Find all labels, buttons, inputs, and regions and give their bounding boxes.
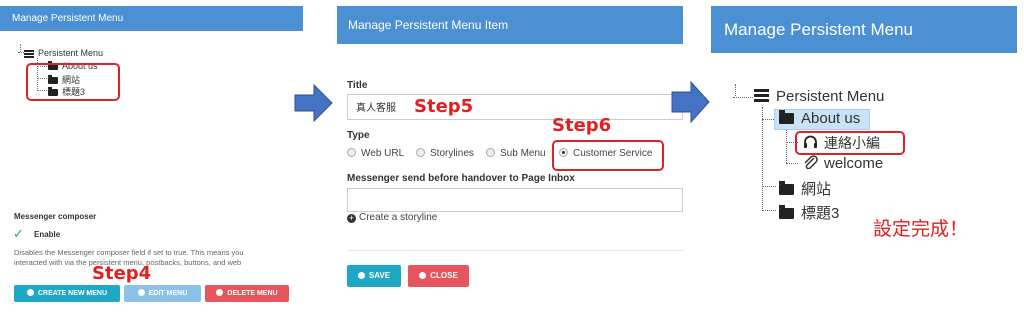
radio-storylines[interactable]: Storylines (416, 148, 474, 159)
composer-label: Messenger composer (14, 212, 97, 221)
tree-item-title3[interactable]: 標題3 (779, 202, 839, 223)
close-icon (419, 272, 427, 279)
radio-icon (486, 148, 495, 157)
tree-item-about-us[interactable]: About us (779, 110, 860, 127)
step4-annotation: Step4 (92, 263, 152, 284)
tree-line (762, 186, 776, 187)
delete-menu-button[interactable]: DELETE MENU (205, 285, 289, 302)
folder-icon (779, 205, 794, 219)
radio-web-url[interactable]: Web URL (347, 148, 404, 159)
radio-icon (347, 148, 356, 157)
arrow-right-icon (671, 80, 710, 124)
plus-circle-icon: + (347, 213, 356, 223)
panel1-header: Manage Persistent Menu (0, 6, 303, 31)
highlight-box (552, 140, 664, 171)
composer-description-line1: Disables the Messenger composer field if… (14, 248, 244, 257)
type-label: Type (347, 130, 370, 141)
highlight-box (795, 131, 905, 155)
tree-line (786, 129, 787, 163)
tree-root[interactable]: Persistent Menu (754, 88, 884, 105)
divider (347, 250, 683, 251)
save-icon (357, 272, 365, 279)
folder-icon (779, 181, 794, 195)
title-input[interactable]: 真人客服 (347, 94, 683, 120)
done-annotation: 設定完成！ (873, 218, 969, 240)
panel2-header: Manage Persistent Menu Item (337, 6, 683, 44)
step6-annotation: Step6 (552, 115, 612, 136)
list-icon (754, 89, 769, 102)
edit-icon (137, 289, 145, 296)
composer-description-line2: interacted with via the persistent menu,… (14, 258, 242, 267)
tree-root[interactable]: Persistent Menu (24, 48, 103, 58)
paperclip-icon (804, 155, 818, 170)
close-button[interactable]: CLOSE (408, 265, 469, 287)
list-icon (24, 49, 34, 58)
save-button[interactable]: SAVE (347, 265, 401, 287)
edit-menu-button[interactable]: EDIT MENU (124, 285, 201, 302)
enable-label: Enable (34, 230, 61, 239)
radio-icon (416, 148, 425, 157)
tree-line (762, 210, 776, 211)
tree-line (735, 84, 736, 96)
tree-item-website[interactable]: 網站 (779, 178, 831, 199)
arrow-right-icon (294, 83, 333, 123)
highlight-box (26, 63, 120, 101)
plus-icon (26, 289, 34, 296)
tree-item-welcome[interactable]: welcome (803, 155, 883, 172)
create-new-menu-button[interactable]: CREATE NEW MENU (14, 285, 120, 302)
handover-input[interactable] (347, 188, 683, 212)
handover-label: Messenger send before handover to Page I… (347, 173, 575, 184)
title-label: Title (347, 80, 368, 91)
tree-line (762, 107, 763, 211)
step5-annotation: Step5 (414, 96, 474, 117)
panel3-header: Manage Persistent Menu (711, 6, 1017, 53)
folder-icon (779, 110, 794, 124)
panel1-title: Manage Persistent Menu (12, 13, 124, 24)
radio-sub-menu[interactable]: Sub Menu (486, 148, 546, 159)
panel3-title: Manage Persistent Menu (724, 20, 913, 39)
create-storyline-link[interactable]: + Create a storyline (347, 212, 437, 223)
tree-line (733, 97, 753, 98)
check-icon[interactable]: ✓ (13, 226, 24, 242)
trash-icon (216, 289, 224, 296)
panel2-title: Manage Persistent Menu Item (348, 18, 509, 32)
tree-line (786, 163, 798, 164)
